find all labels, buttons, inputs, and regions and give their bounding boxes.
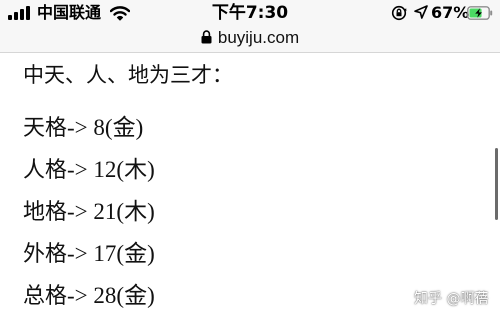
browser-address-bar[interactable]: buyiju.com	[0, 26, 500, 53]
intro-text: 中天、人、地为三才：	[23, 63, 233, 87]
ge-value: 28(金)	[87, 283, 155, 308]
ge-row-wai: 外格-> 17(金)	[23, 240, 155, 269]
ge-row-tian: 天格-> 8(金)	[23, 114, 143, 143]
orientation-lock-icon	[391, 5, 407, 21]
url-text[interactable]: buyiju.com	[218, 28, 299, 47]
ge-arrow: ->	[67, 115, 88, 140]
ge-value: 21(木)	[87, 199, 155, 224]
ge-row-di: 地格-> 21(木)	[23, 198, 155, 227]
ge-arrow: ->	[67, 157, 88, 182]
status-bar: 中国联通 下午7:30 67%	[0, 0, 500, 26]
ge-value: 12(木)	[87, 157, 155, 182]
lock-icon	[201, 30, 212, 44]
ge-label: 外格	[23, 242, 68, 267]
ge-value: 8(金)	[87, 115, 144, 140]
ge-value: 17(金)	[87, 241, 155, 266]
ge-row-zong: 总格-> 28(金)	[23, 282, 155, 311]
ge-arrow: ->	[67, 241, 88, 266]
ge-label: 人格	[23, 158, 68, 183]
scrollbar[interactable]	[495, 148, 498, 220]
location-arrow-icon	[414, 5, 428, 19]
ge-label: 总格	[23, 284, 68, 309]
ge-arrow: ->	[67, 199, 88, 224]
ge-row-ren: 人格-> 12(木)	[23, 156, 155, 185]
battery-charging-icon	[467, 6, 493, 20]
ge-label: 天格	[23, 116, 68, 141]
battery-percentage: 67%	[431, 3, 470, 22]
ge-label: 地格	[23, 200, 68, 225]
ge-arrow: ->	[67, 283, 88, 308]
watermark-text: 知乎 @啊蓓	[414, 291, 489, 307]
